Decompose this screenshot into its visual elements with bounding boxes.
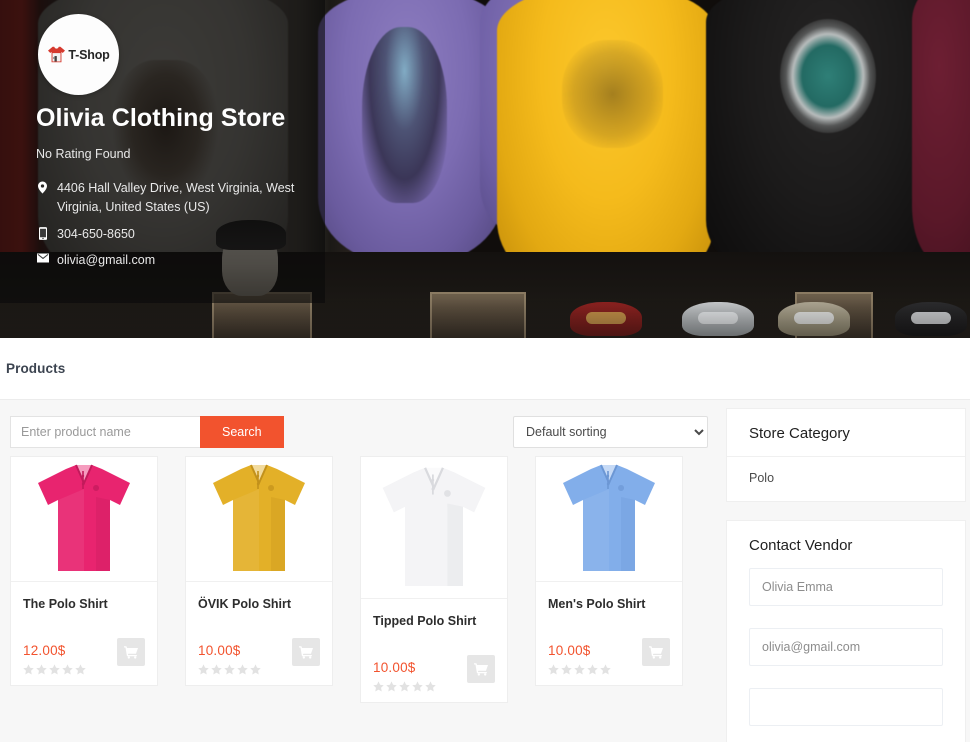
tshirt-icon bbox=[48, 46, 66, 63]
page-title: Products bbox=[6, 361, 66, 376]
product-rating-stars bbox=[23, 664, 86, 675]
product-footer: 10.00$ bbox=[198, 638, 320, 675]
search-button[interactable]: Search bbox=[200, 416, 284, 448]
store-phone: 304-650-8650 bbox=[57, 226, 135, 241]
store-category-body: Polo bbox=[727, 457, 965, 501]
product-footer: 12.00$ bbox=[23, 638, 145, 675]
vendor-email-field[interactable] bbox=[749, 628, 943, 666]
banner-shirt-black bbox=[706, 0, 946, 280]
product-cell: Tipped Polo Shirt 10.00$ bbox=[360, 456, 535, 704]
main-content: Search Default sorting The Polo Shirt 12… bbox=[0, 400, 970, 742]
products-column: Search Default sorting The Polo Shirt 12… bbox=[0, 408, 714, 704]
add-to-cart-button[interactable] bbox=[467, 655, 495, 684]
store-category-title: Store Category bbox=[749, 425, 850, 442]
product-price-block: 10.00$ bbox=[373, 659, 436, 692]
product-image bbox=[38, 464, 130, 571]
store-email-row: olivia@gmail.com bbox=[36, 251, 296, 270]
product-title[interactable]: Tipped Polo Shirt bbox=[373, 613, 495, 629]
add-to-cart-button[interactable] bbox=[117, 638, 145, 667]
store-category-header: Store Category bbox=[727, 409, 965, 457]
product-price: 10.00$ bbox=[548, 643, 591, 659]
product-grid: The Polo Shirt 12.00$ ÖVIK Polo Shirt 10… bbox=[0, 456, 714, 704]
add-to-cart-button[interactable] bbox=[642, 638, 670, 667]
product-price-block: 10.00$ bbox=[548, 642, 611, 675]
product-footer: 10.00$ bbox=[373, 655, 495, 692]
product-cell: Men's Polo Shirt 10.00$ bbox=[535, 456, 710, 687]
product-image bbox=[563, 464, 655, 571]
store-banner: T-Shop Olivia Clothing Store No Rating F… bbox=[0, 0, 970, 338]
sidebar: Store Category Polo Contact Vendor bbox=[726, 408, 966, 742]
sidebar-category-polo[interactable]: Polo bbox=[749, 471, 943, 485]
vendor-subject-field[interactable] bbox=[749, 688, 943, 726]
product-footer: 10.00$ bbox=[548, 638, 670, 675]
product-card[interactable]: Men's Polo Shirt 10.00$ bbox=[535, 456, 683, 687]
product-image bbox=[382, 466, 486, 586]
product-rating-stars bbox=[548, 664, 611, 675]
envelope-icon bbox=[36, 251, 49, 263]
product-card[interactable]: ÖVIK Polo Shirt 10.00$ bbox=[185, 456, 333, 687]
product-price-block: 12.00$ bbox=[23, 642, 86, 675]
shopping-cart-icon bbox=[124, 646, 138, 659]
products-titlebar: Products bbox=[0, 338, 970, 400]
product-rating-stars bbox=[198, 664, 261, 675]
vendor-name-field[interactable] bbox=[749, 568, 943, 606]
contact-vendor-body bbox=[727, 560, 965, 742]
banner-shirt-purple bbox=[318, 0, 503, 263]
store-logo: T-Shop bbox=[38, 14, 119, 95]
store-email: olivia@gmail.com bbox=[57, 253, 156, 268]
product-image-wrap[interactable] bbox=[11, 457, 157, 582]
product-body: The Polo Shirt 12.00$ bbox=[11, 582, 157, 685]
banner-shirt-maroon bbox=[912, 0, 970, 262]
product-cell: The Polo Shirt 12.00$ bbox=[10, 456, 185, 687]
search-group: Search bbox=[10, 416, 284, 448]
product-price: 12.00$ bbox=[23, 643, 66, 659]
products-toolbar: Search Default sorting bbox=[0, 408, 714, 456]
shopping-cart-icon bbox=[649, 646, 663, 659]
contact-vendor-header: Contact Vendor bbox=[727, 521, 965, 560]
product-body: ÖVIK Polo Shirt 10.00$ bbox=[186, 582, 332, 685]
contact-vendor-panel: Contact Vendor bbox=[726, 520, 966, 742]
product-image-wrap[interactable] bbox=[186, 457, 332, 582]
store-address-row: 4406 Hall Valley Drive, West Virginia, W… bbox=[36, 179, 296, 218]
product-card[interactable]: The Polo Shirt 12.00$ bbox=[10, 456, 158, 687]
product-card[interactable]: Tipped Polo Shirt 10.00$ bbox=[360, 456, 508, 704]
map-pin-icon bbox=[36, 179, 49, 194]
store-name: Olivia Clothing Store bbox=[36, 104, 286, 132]
product-title[interactable]: The Polo Shirt bbox=[23, 596, 145, 612]
product-price: 10.00$ bbox=[373, 660, 416, 676]
product-title[interactable]: ÖVIK Polo Shirt bbox=[198, 596, 320, 612]
product-rating-stars bbox=[373, 681, 436, 692]
shopping-cart-icon bbox=[474, 663, 488, 676]
product-price-block: 10.00$ bbox=[198, 642, 261, 675]
sort-select[interactable]: Default sorting bbox=[513, 416, 708, 448]
store-rating: No Rating Found bbox=[36, 147, 131, 161]
product-image-wrap[interactable] bbox=[361, 457, 507, 599]
product-price: 10.00$ bbox=[198, 643, 241, 659]
product-cell: ÖVIK Polo Shirt 10.00$ bbox=[185, 456, 360, 687]
logo-text: T-Shop bbox=[68, 47, 110, 62]
add-to-cart-button[interactable] bbox=[292, 638, 320, 667]
product-image bbox=[213, 464, 305, 571]
contact-vendor-title: Contact Vendor bbox=[749, 537, 853, 554]
product-body: Men's Polo Shirt 10.00$ bbox=[536, 582, 682, 685]
banner-shirt-yellow bbox=[497, 0, 715, 286]
product-title[interactable]: Men's Polo Shirt bbox=[548, 596, 670, 612]
banner-fade bbox=[0, 298, 970, 338]
product-body: Tipped Polo Shirt 10.00$ bbox=[361, 599, 507, 702]
store-address: 4406 Hall Valley Drive, West Virginia, W… bbox=[57, 181, 295, 215]
banner-text-block: Olivia Clothing Store No Rating Found 44… bbox=[36, 103, 296, 278]
store-category-panel: Store Category Polo bbox=[726, 408, 966, 502]
search-input[interactable] bbox=[10, 416, 200, 448]
store-phone-row: 304-650-8650 bbox=[36, 225, 296, 244]
shopping-cart-icon bbox=[299, 646, 313, 659]
mobile-phone-icon bbox=[36, 225, 49, 240]
product-image-wrap[interactable] bbox=[536, 457, 682, 582]
